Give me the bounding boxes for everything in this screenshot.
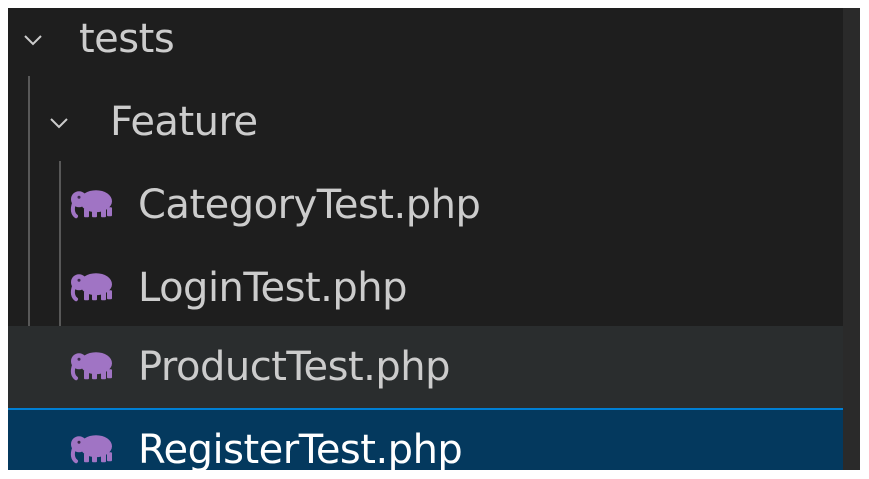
vertical-scrollbar[interactable] xyxy=(843,8,860,470)
tree-file-logintest[interactable]: LoginTest.php xyxy=(8,247,843,330)
tree-file-registertest[interactable]: RegisterTest.php xyxy=(8,408,843,470)
file-label: LoginTest.php xyxy=(138,264,408,311)
php-elephant-icon xyxy=(70,351,112,380)
file-label: RegisterTest.php xyxy=(138,426,463,470)
tree-file-producttest[interactable]: ProductTest.php xyxy=(8,326,843,409)
chevron-down-icon xyxy=(24,34,42,45)
tree-file-categorytest[interactable]: CategoryTest.php xyxy=(8,164,843,247)
file-label: ProductTest.php xyxy=(138,343,451,390)
file-label: CategoryTest.php xyxy=(138,181,481,228)
folder-label-tests: tests xyxy=(79,15,175,62)
tree-folder-feature[interactable]: Feature xyxy=(8,81,843,164)
php-elephant-icon xyxy=(70,189,112,218)
chevron-down-icon xyxy=(50,117,68,128)
file-explorer-tree: tests Feature CategoryTest.php LoginTest… xyxy=(8,8,860,470)
folder-label-feature: Feature xyxy=(110,98,258,145)
php-elephant-icon xyxy=(70,272,112,301)
php-elephant-icon xyxy=(70,434,112,463)
tree-folder-tests[interactable]: tests xyxy=(8,8,843,81)
